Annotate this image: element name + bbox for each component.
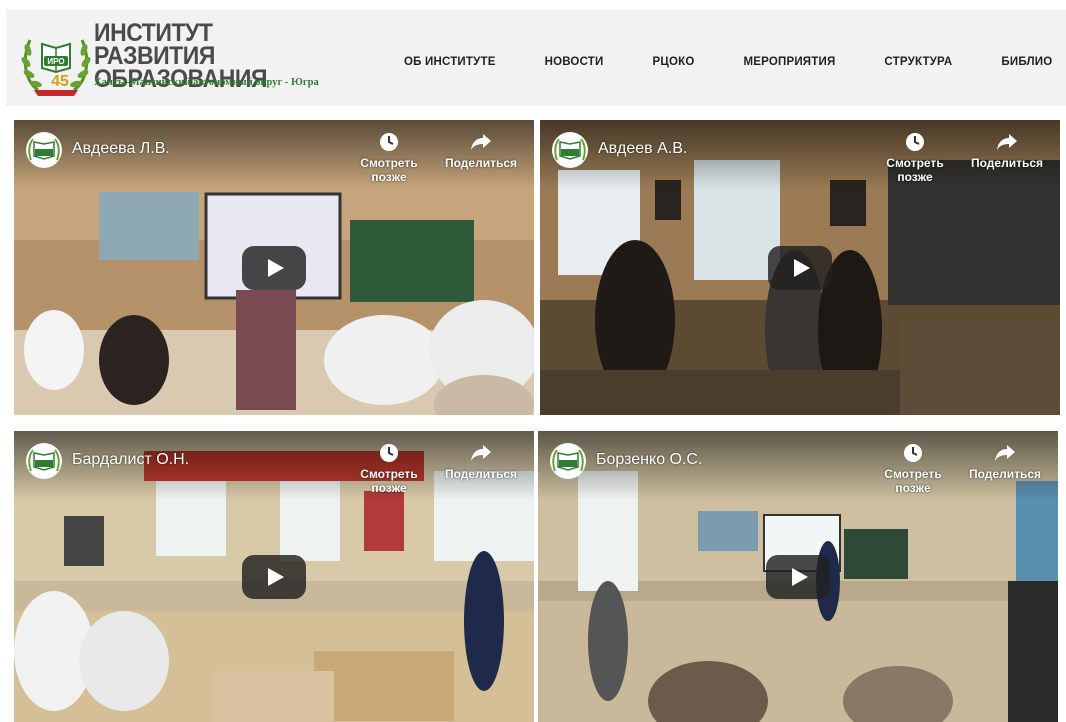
play-button[interactable]: [242, 245, 306, 290]
play-button[interactable]: [766, 554, 830, 599]
nav-item-rcoko[interactable]: РЦОКО: [653, 56, 695, 68]
watch-later-button[interactable]: Смотреть позже: [868, 443, 958, 495]
watch-later-label: Смотреть позже: [360, 156, 418, 184]
share-button[interactable]: Поделиться: [438, 132, 524, 170]
emblem-text: ИРО: [47, 57, 64, 66]
clock-icon: [380, 133, 398, 151]
share-button[interactable]: Поделиться: [438, 443, 524, 481]
watch-later-button[interactable]: Смотреть позже: [344, 443, 434, 495]
site-header: ИРО 45 ИНСТИТУТ РАЗВИТИЯ ОБРАЗОВАНИЯ Хан…: [6, 10, 1066, 106]
share-arrow-icon: [471, 445, 491, 461]
channel-avatar[interactable]: [26, 443, 62, 479]
site-title-line1: ИНСТИТУТ РАЗВИТИЯ: [94, 19, 215, 70]
share-label: Поделиться: [968, 467, 1042, 481]
play-button[interactable]: [768, 245, 832, 290]
site-logo[interactable]: ИРО 45 ИНСТИТУТ РАЗВИТИЯ ОБРАЗОВАНИЯ Хан…: [20, 20, 320, 100]
nav-item-news[interactable]: НОВОСТИ: [545, 56, 604, 68]
video-title[interactable]: Борзенко О.С.: [596, 451, 702, 469]
video-player[interactable]: Борзенко О.С. Смотреть позже Поделиться: [538, 431, 1058, 722]
share-label: Поделиться: [444, 156, 518, 170]
watch-later-label: Смотреть позже: [886, 156, 944, 184]
channel-avatar[interactable]: [552, 132, 588, 168]
watch-later-button[interactable]: Смотреть позже: [344, 132, 434, 184]
iro-logo-icon: [552, 449, 584, 472]
share-label: Поделиться: [970, 156, 1044, 170]
channel-avatar[interactable]: [26, 132, 62, 168]
site-subtitle: Ханты-Мансийский автономный округ - Югра: [94, 77, 319, 88]
nav-item-about[interactable]: ОБ ИНСТИТУТЕ: [404, 56, 496, 68]
nav-item-structure[interactable]: СТРУКТУРА: [884, 56, 952, 68]
video-title[interactable]: Авдеева Л.В.: [72, 140, 170, 158]
channel-avatar[interactable]: [550, 443, 586, 479]
nav-item-events[interactable]: МЕРОПРИЯТИЯ: [743, 56, 835, 68]
clock-icon: [906, 133, 924, 151]
iro-logo-icon: [28, 138, 60, 161]
clock-icon: [904, 444, 922, 462]
watch-later-label: Смотреть позже: [360, 467, 418, 495]
share-button[interactable]: Поделиться: [964, 132, 1050, 170]
share-button[interactable]: Поделиться: [962, 443, 1048, 481]
watch-later-label: Смотреть позже: [884, 467, 942, 495]
share-arrow-icon: [997, 134, 1017, 150]
video-title[interactable]: Авдеев А.В.: [598, 140, 687, 158]
share-label: Поделиться: [444, 467, 518, 481]
play-button[interactable]: [242, 554, 306, 599]
video-title[interactable]: Бардалист О.Н.: [72, 451, 189, 469]
nav-item-library[interactable]: БИБЛИО: [1001, 56, 1052, 68]
video-player[interactable]: Авдеев А.В. Смотреть позже Поделиться: [540, 120, 1060, 415]
video-player[interactable]: Авдеева Л.В. Смотреть позже Поделиться: [14, 120, 534, 415]
iro-logo-icon: [28, 449, 60, 472]
share-arrow-icon: [995, 445, 1015, 461]
video-player[interactable]: Бардалист О.Н. Смотреть позже Поделиться: [14, 431, 534, 722]
emblem-number: 45: [51, 73, 69, 90]
share-arrow-icon: [471, 134, 491, 150]
watch-later-button[interactable]: Смотреть позже: [870, 132, 960, 184]
iro-logo-icon: [554, 138, 586, 161]
main-nav: ОБ ИНСТИТУТЕ НОВОСТИ РЦОКО МЕРОПРИЯТИЯ СТРУК…: [404, 52, 1066, 72]
clock-icon: [380, 444, 398, 462]
laurel-emblem-icon: ИРО 45: [21, 39, 91, 96]
